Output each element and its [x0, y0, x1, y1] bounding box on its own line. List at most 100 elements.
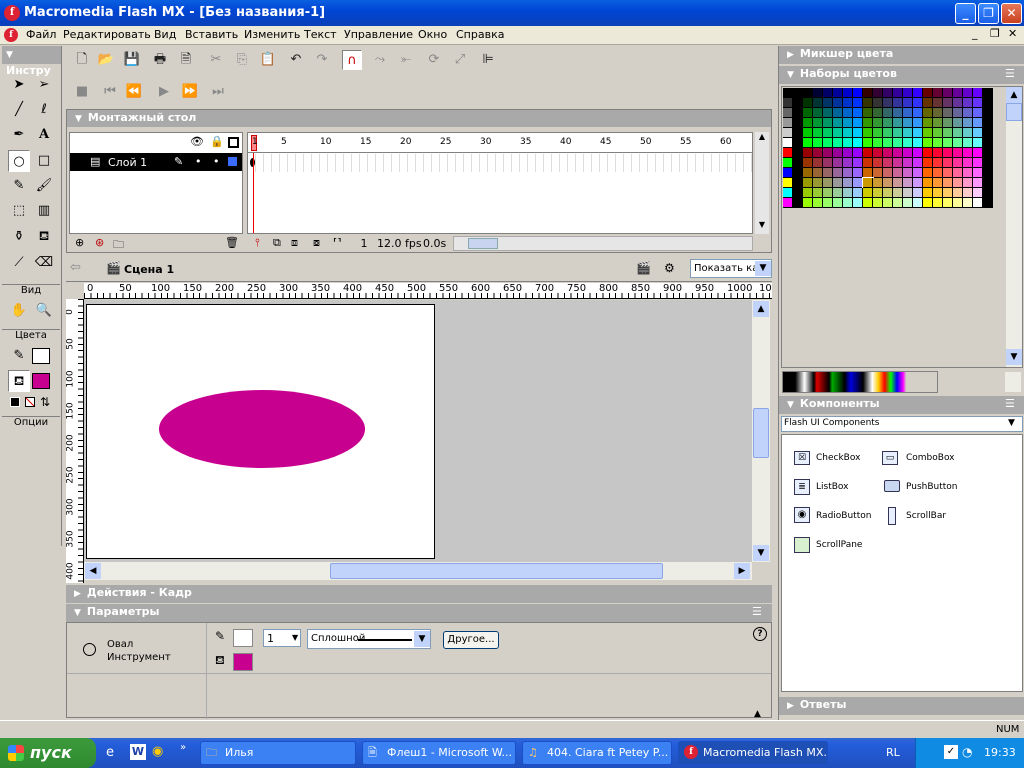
- color-swatch[interactable]: [813, 168, 823, 178]
- color-swatch[interactable]: [883, 168, 893, 178]
- color-swatch[interactable]: [843, 108, 853, 118]
- color-swatch[interactable]: [893, 88, 903, 98]
- color-swatch[interactable]: [973, 88, 983, 98]
- color-swatch[interactable]: [973, 148, 983, 158]
- frames-area[interactable]: 1 5 10 15 20 25 30 35 40 45 50 55 60: [247, 132, 753, 234]
- stroke-color-swatch[interactable]: [32, 348, 50, 364]
- color-swatch[interactable]: [983, 138, 993, 148]
- text-tool-icon[interactable]: A: [33, 124, 55, 146]
- color-swatch[interactable]: [893, 118, 903, 128]
- fill-transform-tool-icon[interactable]: ▥: [33, 200, 55, 222]
- color-swatch[interactable]: [973, 108, 983, 118]
- step-back-icon[interactable]: ⏪: [124, 82, 144, 102]
- task-music[interactable]: ♫ 404. Ciara ft Petey P...: [522, 741, 672, 765]
- color-swatch[interactable]: [893, 128, 903, 138]
- outline-icon[interactable]: [228, 137, 239, 148]
- color-swatch[interactable]: [863, 158, 873, 168]
- menu-view[interactable]: Вид: [154, 28, 176, 41]
- panel-collapse-icon[interactable]: ▲: [754, 709, 761, 719]
- color-swatch[interactable]: [833, 98, 843, 108]
- color-swatch[interactable]: [813, 188, 823, 198]
- rotate-icon[interactable]: ⟳: [424, 50, 444, 70]
- close-button[interactable]: ✕: [1001, 3, 1022, 24]
- stage-canvas[interactable]: [86, 304, 435, 559]
- color-swatch[interactable]: [933, 198, 943, 208]
- delete-layer-icon[interactable]: 🗑: [225, 236, 239, 249]
- color-swatch[interactable]: [883, 108, 893, 118]
- color-swatch[interactable]: [913, 148, 923, 158]
- lasso-tool-icon[interactable]: ℓ: [33, 99, 55, 121]
- new-icon[interactable]: 🗋: [72, 50, 92, 70]
- color-swatch[interactable]: [873, 178, 883, 188]
- color-swatch[interactable]: [793, 188, 803, 198]
- edit-symbols-icon[interactable]: ⚙: [664, 261, 675, 275]
- color-swatch[interactable]: [953, 188, 963, 198]
- color-swatch[interactable]: [823, 108, 833, 118]
- ie-icon[interactable]: e: [106, 745, 114, 760]
- color-swatch[interactable]: [943, 138, 953, 148]
- color-swatch[interactable]: [863, 88, 873, 98]
- color-swatch[interactable]: [883, 188, 893, 198]
- color-swatch[interactable]: [893, 188, 903, 198]
- word-icon[interactable]: W: [130, 744, 146, 760]
- doc-close-button[interactable]: ✕: [1008, 27, 1017, 40]
- color-swatch[interactable]: [783, 148, 793, 158]
- color-swatch[interactable]: [893, 168, 903, 178]
- color-swatch[interactable]: [943, 198, 953, 208]
- color-swatch[interactable]: [893, 158, 903, 168]
- color-swatch[interactable]: [823, 128, 833, 138]
- color-swatch[interactable]: [843, 138, 853, 148]
- color-swatch[interactable]: [983, 88, 993, 98]
- zoom-select[interactable]: Показать ка ▼: [690, 259, 772, 278]
- color-swatch[interactable]: [833, 188, 843, 198]
- color-swatch[interactable]: [803, 188, 813, 198]
- color-swatch[interactable]: [893, 178, 903, 188]
- undo-icon[interactable]: ↶: [286, 50, 306, 70]
- color-swatch[interactable]: [863, 168, 873, 178]
- stroke-width-input[interactable]: 1 ▼: [263, 629, 301, 647]
- color-swatch[interactable]: [863, 198, 873, 208]
- color-swatch[interactable]: [943, 158, 953, 168]
- color-swatch[interactable]: [803, 98, 813, 108]
- menu-control[interactable]: Управление: [344, 28, 413, 41]
- color-swatch[interactable]: [873, 118, 883, 128]
- print-icon[interactable]: 🖶: [150, 50, 170, 70]
- color-swatch[interactable]: [833, 178, 843, 188]
- color-swatch[interactable]: [823, 118, 833, 128]
- eraser-tool-icon[interactable]: ⌫: [33, 252, 55, 274]
- hand-tool-icon[interactable]: ✋: [8, 300, 30, 322]
- color-swatch[interactable]: [983, 118, 993, 128]
- color-swatch[interactable]: [883, 178, 893, 188]
- onion-skin-icon[interactable]: ⧉: [273, 236, 281, 250]
- color-swatch[interactable]: [913, 138, 923, 148]
- color-swatch[interactable]: [833, 198, 843, 208]
- color-swatch[interactable]: [803, 128, 813, 138]
- pencil-tool-icon[interactable]: ✎: [8, 175, 30, 197]
- color-swatch[interactable]: [963, 138, 973, 148]
- color-swatch[interactable]: [953, 128, 963, 138]
- color-swatch[interactable]: [913, 98, 923, 108]
- color-swatch[interactable]: [803, 178, 813, 188]
- color-swatch[interactable]: [903, 98, 913, 108]
- layer-frames-row[interactable]: [248, 154, 752, 172]
- swatches-thumb[interactable]: [1006, 103, 1022, 121]
- color-swatch[interactable]: [943, 128, 953, 138]
- color-swatch[interactable]: [933, 88, 943, 98]
- color-swatch[interactable]: [783, 178, 793, 188]
- color-swatch[interactable]: [823, 148, 833, 158]
- scroll-up-icon[interactable]: ▲: [755, 132, 769, 146]
- actions-panel-header[interactable]: ▶ Действия - Кадр: [66, 585, 772, 603]
- color-swatch[interactable]: [823, 188, 833, 198]
- color-swatch[interactable]: [863, 148, 873, 158]
- pushbutton-component-icon[interactable]: [884, 480, 900, 492]
- ink-bottle-tool-icon[interactable]: ⚱: [8, 226, 30, 248]
- color-swatch[interactable]: [853, 148, 863, 158]
- add-guide-icon[interactable]: ⊛: [95, 236, 104, 249]
- color-swatch[interactable]: [983, 128, 993, 138]
- color-swatch[interactable]: [953, 108, 963, 118]
- arrow-tool-icon[interactable]: ➤: [8, 74, 30, 96]
- zoom-tool-icon[interactable]: 🔍: [33, 300, 55, 322]
- color-swatch[interactable]: [873, 98, 883, 108]
- color-swatch[interactable]: [823, 138, 833, 148]
- color-swatch[interactable]: [973, 98, 983, 108]
